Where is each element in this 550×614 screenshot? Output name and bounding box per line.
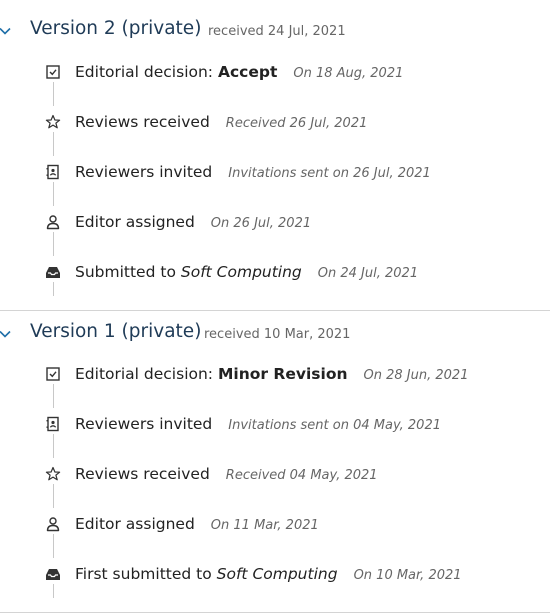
- timeline-event: First submitted to Soft Computing On 10 M…: [0, 564, 550, 588]
- version-section: Version 2 (private) received 24 Jul, 202…: [0, 0, 550, 311]
- event-date: On 18 Aug, 2021: [293, 66, 404, 81]
- event-label: Editorial decision:: [75, 63, 214, 81]
- journal-name: Soft Computing: [180, 263, 302, 281]
- event-date: On 10 Mar, 2021: [353, 568, 462, 583]
- person-icon: [46, 215, 60, 230]
- event-label: Editorial decision:: [75, 365, 214, 383]
- event-text: Reviewers invited Invitations sent on 04 …: [75, 415, 441, 433]
- version-received-date: received 24 Jul, 2021: [208, 24, 346, 39]
- event-date: On 26 Jul, 2021: [210, 216, 312, 231]
- decision-value: Minor Revision: [217, 365, 348, 383]
- timeline-event: Editorial decision: Minor Revision On 28 …: [0, 364, 550, 388]
- timeline-event: Reviews received Received 04 May, 2021: [0, 464, 550, 488]
- star-icon: [45, 114, 61, 129]
- event-label: Editor assigned: [75, 213, 195, 231]
- event-label: First submitted to: [75, 565, 212, 583]
- event-date: Received 26 Jul, 2021: [225, 116, 368, 131]
- event-date: Invitations sent on 26 Jul, 2021: [228, 166, 431, 181]
- version-section: Version 1 (private) received 10 Mar, 202…: [0, 311, 550, 613]
- contact-book-icon: [46, 416, 59, 432]
- event-label: Reviews received: [75, 465, 210, 483]
- event-label: Submitted to: [75, 263, 176, 281]
- event-label: Editor assigned: [75, 515, 195, 533]
- event-text: Editor assigned On 11 Mar, 2021: [75, 515, 319, 533]
- inbox-icon: [46, 569, 60, 580]
- event-date: Received 04 May, 2021: [225, 468, 378, 483]
- event-text: Reviewers invited Invitations sent on 26 …: [75, 163, 431, 181]
- event-text: Editorial decision: Accept On 18 Aug, 202…: [75, 63, 403, 81]
- timeline-event: Submitted to Soft Computing On 24 Jul, 20…: [0, 262, 550, 286]
- event-label: Reviewers invited: [75, 163, 213, 181]
- event-text: First submitted to Soft Computing On 10 M…: [75, 565, 462, 583]
- star-icon: [45, 466, 61, 481]
- contact-book-icon: [46, 164, 59, 180]
- journal-name: Soft Computing: [216, 565, 338, 583]
- version-title[interactable]: Version 2 (private): [30, 18, 201, 39]
- timeline-event: Reviews received Received 26 Jul, 2021: [0, 112, 550, 136]
- timeline-event: Reviewers invited Invitations sent on 26 …: [0, 162, 550, 186]
- timeline-event: Editor assigned On 11 Mar, 2021: [0, 514, 550, 538]
- event-text: Submitted to Soft Computing On 24 Jul, 20…: [75, 263, 418, 281]
- inbox-icon: [46, 267, 60, 278]
- event-date: On 11 Mar, 2021: [210, 518, 319, 533]
- checkbox-icon: [46, 65, 60, 79]
- checkbox-icon: [46, 367, 60, 381]
- event-date: On 24 Jul, 2021: [317, 266, 419, 281]
- chevron-down-icon[interactable]: [0, 327, 12, 341]
- timeline-event: Editorial decision: Accept On 18 Aug, 202…: [0, 62, 550, 86]
- event-text: Reviews received Received 26 Jul, 2021: [75, 113, 367, 131]
- decision-value: Accept: [217, 63, 278, 81]
- version-received-date: received 10 Mar, 2021: [204, 327, 351, 342]
- person-icon: [46, 517, 60, 532]
- version-title[interactable]: Version 1 (private): [30, 321, 201, 342]
- event-date: On 28 Jun, 2021: [363, 368, 469, 383]
- event-text: Reviews received Received 04 May, 2021: [75, 465, 378, 483]
- event-text: Editor assigned On 26 Jul, 2021: [75, 213, 311, 231]
- event-text: Editorial decision: Minor Revision On 28 …: [75, 365, 468, 383]
- timeline-event: Editor assigned On 26 Jul, 2021: [0, 212, 550, 236]
- timeline-event: Reviewers invited Invitations sent on 04 …: [0, 414, 550, 438]
- event-date: Invitations sent on 04 May, 2021: [228, 418, 441, 433]
- chevron-down-icon[interactable]: [0, 24, 12, 38]
- event-label: Reviews received: [75, 113, 210, 131]
- event-label: Reviewers invited: [75, 415, 213, 433]
